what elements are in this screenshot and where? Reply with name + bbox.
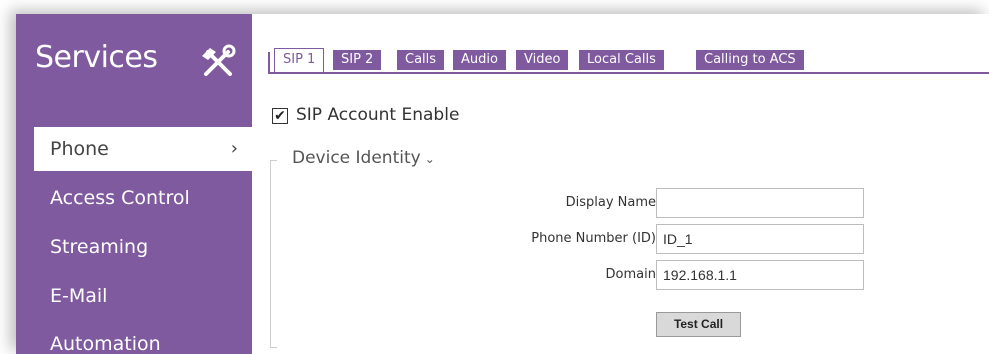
domain-label: Domain [605, 267, 656, 282]
sidebar-item-automation[interactable]: Automation [34, 322, 252, 354]
phone-number-input[interactable]: ID_1 [656, 224, 864, 254]
sidebar-item-access-control[interactable]: Access Control [34, 176, 252, 220]
device-identity-toggle[interactable]: Device Identity ⌄ [288, 148, 439, 168]
test-call-button[interactable]: Test Call [656, 312, 741, 337]
tab-calling-to-acs[interactable]: Calling to ACS [696, 50, 804, 70]
tab-bar: SIP 1 SIP 2 Calls Audio Video Local Call… [268, 46, 989, 74]
app-window: Services Phone › Access Control Streamin… [16, 14, 989, 354]
sidebar-item-label: E-Mail [50, 285, 108, 307]
sidebar-item-email[interactable]: E-Mail [34, 274, 252, 318]
tab-local-calls[interactable]: Local Calls [579, 50, 664, 70]
sidebar-item-label: Phone [50, 138, 109, 160]
phone-number-label: Phone Number (ID) [531, 231, 656, 246]
sip-account-enable-label: SIP Account Enable [296, 105, 460, 125]
sip-account-enable-checkbox[interactable]: ✔ [272, 108, 288, 124]
phone-number-row: Phone Number (ID) ID_1 [270, 224, 989, 254]
sidebar-item-label: Streaming [50, 236, 149, 258]
tab-calls[interactable]: Calls [397, 50, 445, 70]
display-name-row: Display Name [270, 188, 989, 218]
domain-input[interactable]: 192.168.1.1 [656, 260, 864, 290]
domain-row: Domain 192.168.1.1 [270, 260, 989, 290]
sidebar-item-label: Automation [50, 333, 161, 354]
tab-video[interactable]: Video [516, 50, 569, 70]
display-name-input[interactable] [656, 188, 864, 218]
tools-icon [202, 44, 236, 76]
tab-audio[interactable]: Audio [453, 50, 506, 70]
sidebar-item-phone[interactable]: Phone › [34, 127, 252, 171]
chevron-right-icon: › [230, 138, 238, 159]
tab-sip-1[interactable]: SIP 1 [274, 48, 325, 72]
sidebar-title: Services [35, 40, 158, 75]
sidebar-item-label: Access Control [50, 187, 190, 209]
sidebar: Services Phone › Access Control Streamin… [16, 14, 252, 354]
tab-sip-2[interactable]: SIP 2 [333, 50, 382, 70]
display-name-label: Display Name [565, 195, 656, 210]
device-identity-section: Device Identity ⌄ Display Name Phone Numb… [270, 148, 989, 348]
main-content: SIP 1 SIP 2 Calls Audio Video Local Call… [252, 14, 989, 354]
chevron-down-icon: ⌄ [424, 152, 435, 166]
section-title: Device Identity [292, 148, 421, 168]
sidebar-item-streaming[interactable]: Streaming [34, 225, 252, 269]
